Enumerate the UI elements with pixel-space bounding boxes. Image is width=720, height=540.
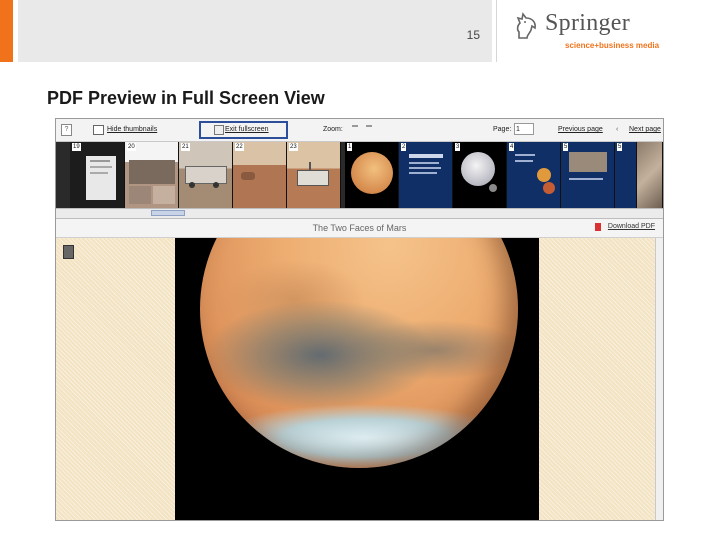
sidebar-toggle-icon[interactable] bbox=[63, 245, 74, 259]
knight-horse-icon bbox=[516, 12, 536, 39]
thumbnail-number: 5 bbox=[563, 143, 569, 151]
thumbnail[interactable]: 5 bbox=[561, 142, 615, 208]
thumbnail-scrollbar[interactable] bbox=[56, 208, 663, 219]
thumbnail[interactable] bbox=[637, 142, 663, 208]
zoom-in-icon[interactable] bbox=[352, 125, 358, 134]
thumbnail-number: 21 bbox=[181, 143, 190, 151]
header-band bbox=[18, 0, 492, 62]
springer-logo: Springer science+business media bbox=[496, 0, 720, 62]
zoom-label: Zoom: bbox=[323, 126, 343, 133]
page-number-input[interactable]: 1 bbox=[514, 123, 534, 135]
page-label: Page: bbox=[493, 126, 512, 133]
document-title: The Two Faces of Mars bbox=[312, 223, 407, 233]
thumbnail[interactable]: 3 bbox=[453, 142, 507, 208]
thumbnail[interactable]: 22 bbox=[233, 142, 287, 208]
thumbnail[interactable]: 21 bbox=[179, 142, 233, 208]
thumbnail-number: 23 bbox=[289, 143, 298, 151]
thumbnail-number: 4 bbox=[509, 143, 515, 151]
thumbnail[interactable]: 20 bbox=[125, 142, 179, 208]
thumbnail-number: 5 bbox=[617, 143, 623, 151]
logo-name: Springer bbox=[545, 10, 631, 36]
pdf-page bbox=[175, 238, 539, 520]
previous-page-link[interactable]: Previous page bbox=[558, 126, 603, 133]
hide-thumbnails-link[interactable]: Hide thumbnails bbox=[107, 126, 157, 133]
thumbnail-number: 3 bbox=[455, 143, 461, 151]
thumbnail-number: 20 bbox=[127, 143, 136, 151]
pdf-viewer-screenshot: ? Hide thumbnails Exit fullscreen Zoom: … bbox=[55, 118, 664, 521]
chevron-left-icon[interactable]: ‹ bbox=[616, 126, 618, 133]
zoom-out-icon[interactable] bbox=[366, 125, 372, 134]
thumbnail[interactable]: 19 bbox=[70, 142, 125, 208]
thumbnail[interactable]: 4 bbox=[507, 142, 561, 208]
help-icon[interactable]: ? bbox=[61, 124, 72, 136]
slide-title: PDF Preview in Full Screen View bbox=[47, 88, 325, 108]
download-pdf-link[interactable]: Download PDF bbox=[608, 223, 655, 230]
thumbnail[interactable]: 1 bbox=[345, 142, 399, 208]
document-titlebar: The Two Faces of Mars Download PDF bbox=[56, 219, 663, 238]
thumbnail-number: 1 bbox=[347, 143, 353, 151]
mars-image bbox=[200, 238, 518, 468]
thumbnail-number: 2 bbox=[401, 143, 407, 151]
accent-bar bbox=[0, 0, 13, 62]
thumbnail-number: 22 bbox=[235, 143, 244, 151]
page-viewer bbox=[56, 238, 663, 520]
logo-tagline: science+business media bbox=[565, 41, 660, 50]
exit-fullscreen-highlight bbox=[199, 121, 288, 139]
slide-page-number: 15 bbox=[466, 28, 480, 42]
next-page-link[interactable]: Next page bbox=[629, 126, 661, 133]
thumbnail-number: 19 bbox=[72, 143, 81, 151]
thumbnail[interactable]: 5 bbox=[615, 142, 637, 208]
thumbnail-strip: 19 20 21 22 23 1 2 3 4 5 5 bbox=[56, 142, 663, 208]
pdf-icon bbox=[595, 223, 601, 231]
thumbnail[interactable]: 2 bbox=[399, 142, 453, 208]
vertical-scrollbar[interactable] bbox=[655, 238, 663, 520]
thumbnail[interactable]: 23 bbox=[287, 142, 341, 208]
thumbnails-icon[interactable] bbox=[93, 125, 104, 135]
scrollbar-thumb[interactable] bbox=[151, 210, 185, 216]
viewer-toolbar: ? Hide thumbnails Exit fullscreen Zoom: … bbox=[56, 119, 663, 142]
